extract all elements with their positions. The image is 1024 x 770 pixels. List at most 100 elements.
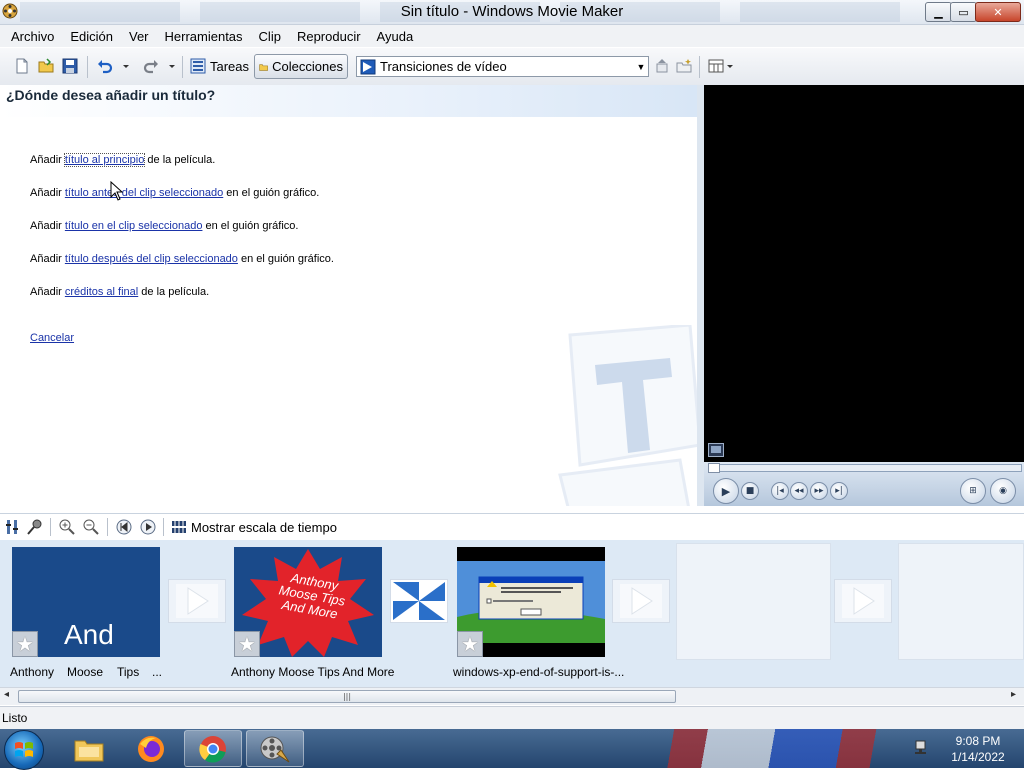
option-prefix: Añadir <box>30 286 65 298</box>
scrollbar-thumb[interactable]: ||| <box>18 690 676 703</box>
new-project-icon[interactable] <box>14 58 30 74</box>
title-option-credits: Añadir créditos al final de la película. <box>30 286 209 298</box>
taskbar-firefox[interactable] <box>122 730 180 767</box>
video-effects-star-icon[interactable]: ★ <box>234 631 260 657</box>
zoom-out-icon[interactable] <box>83 519 99 535</box>
collections-label: Colecciones <box>272 59 343 74</box>
title-on-clip-link[interactable]: título en el clip seleccionado <box>65 220 203 232</box>
seek-thumb[interactable] <box>708 463 720 473</box>
title-watermark-icon <box>558 325 697 506</box>
playback-controls: ▶ ■ |◂ ◂◂ ▸▸ ▸| ⊞ ◉ <box>704 462 1024 506</box>
status-text: Listo <box>2 711 28 725</box>
video-effects-star-icon[interactable]: ★ <box>457 631 483 657</box>
title-before-clip-link[interactable]: título antes del clip seleccionado <box>65 187 223 199</box>
system-clock[interactable]: 9:08 PM 1/14/2022 <box>938 733 1018 765</box>
collection-select[interactable]: Transiciones de vídeo ▼ <box>356 56 649 77</box>
views-icon[interactable] <box>708 58 724 74</box>
transition-slot[interactable] <box>834 579 892 623</box>
scroll-right-icon[interactable]: ▸ <box>1011 689 1016 700</box>
cancel-link[interactable]: Cancelar <box>30 332 74 344</box>
task-pane-title: ¿Dónde desea añadir un título? <box>6 87 216 103</box>
chrome-icon <box>199 735 226 763</box>
title-bar[interactable]: Sin título - Windows Movie Maker ▁ ▭ ✕ <box>0 0 1024 25</box>
chevron-down-icon[interactable]: ▼ <box>634 57 648 76</box>
start-button[interactable] <box>4 730 44 770</box>
video-effects-star-icon[interactable]: ★ <box>12 631 38 657</box>
tasks-icon <box>190 58 206 74</box>
rewind-storyboard-icon[interactable] <box>116 519 132 535</box>
taskbar-file-explorer[interactable] <box>60 730 118 767</box>
taskbar-chrome[interactable] <box>184 730 242 767</box>
collection-select-value: Transiciones de vídeo <box>380 59 507 74</box>
menu-edicion[interactable]: Edición <box>70 29 113 44</box>
title-after-clip-link[interactable]: título después del clip seleccionado <box>65 253 238 265</box>
storyboard-clip-starburst[interactable]: Anthony Moose Tips And More ★ <box>234 547 382 657</box>
open-project-icon[interactable] <box>38 58 54 74</box>
seek-bar[interactable] <box>708 464 1022 472</box>
save-project-icon[interactable] <box>62 58 78 74</box>
clip-label-part: Moose <box>67 665 104 679</box>
minimize-button[interactable]: ▁ <box>925 2 952 22</box>
option-suffix: en el guión gráfico. <box>202 220 299 232</box>
clip-label-part: Anthony <box>10 665 55 679</box>
rewind-icon[interactable]: ◂◂ <box>790 482 808 500</box>
storyboard-clip-title[interactable]: And ★ <box>12 547 160 657</box>
storyboard-toolbar: Mostrar escala de tiempo <box>0 513 1024 541</box>
video-transitions-icon <box>360 59 376 74</box>
option-suffix: de la película. <box>138 286 210 298</box>
clip-label-part: ... <box>152 665 163 679</box>
tasks-button[interactable]: Tareas <box>186 55 253 77</box>
redo-icon[interactable] <box>143 58 159 74</box>
stop-icon[interactable]: ■ <box>741 482 759 500</box>
menu-archivo[interactable]: Archivo <box>11 29 54 44</box>
option-prefix: Añadir <box>30 154 65 166</box>
split-clip-icon[interactable]: ⊞ <box>960 478 986 504</box>
new-collection-icon[interactable] <box>676 58 692 74</box>
undo-icon[interactable] <box>97 58 113 74</box>
play-storyboard-icon[interactable] <box>140 519 156 535</box>
play-icon[interactable]: ▶ <box>713 478 739 504</box>
show-timeline-button[interactable]: Mostrar escala de tiempo <box>191 520 337 535</box>
storyboard-scrollbar[interactable]: ◂ ||| ▸ <box>0 687 1024 705</box>
previous-frame-icon[interactable]: |◂ <box>771 482 789 500</box>
option-prefix: Añadir <box>30 187 65 199</box>
menu-reproducir[interactable]: Reproducir <box>297 29 361 44</box>
network-tray-icon[interactable] <box>914 740 930 756</box>
transition-slot[interactable] <box>168 579 226 623</box>
storyboard-clip-screenshot[interactable]: ★ <box>457 547 605 657</box>
transition-slot[interactable] <box>612 579 670 623</box>
taskbar-movie-maker[interactable] <box>246 730 304 767</box>
timeline-icon[interactable] <box>171 519 187 535</box>
next-frame-icon[interactable]: ▸| <box>830 482 848 500</box>
undo-dropdown-icon[interactable] <box>121 58 131 74</box>
fullscreen-icon[interactable] <box>708 443 724 457</box>
task-pane: ¿Dónde desea añadir un título? Añadir tí… <box>0 85 697 506</box>
close-button[interactable]: ✕ <box>975 2 1021 22</box>
take-picture-icon[interactable]: ◉ <box>990 478 1016 504</box>
option-suffix: en el guión gráfico. <box>223 187 320 199</box>
restore-button[interactable]: ▭ <box>950 2 977 22</box>
window-title: Sin título - Windows Movie Maker <box>400 3 624 20</box>
scroll-left-icon[interactable]: ◂ <box>4 689 9 700</box>
credits-at-end-link[interactable]: créditos al final <box>65 286 138 298</box>
empty-clip-slot[interactable] <box>898 543 1024 660</box>
clip-thumbnail-text: And <box>64 619 114 650</box>
collections-button[interactable]: Colecciones <box>254 54 348 79</box>
redo-dropdown-icon[interactable] <box>167 58 177 74</box>
fast-forward-icon[interactable]: ▸▸ <box>810 482 828 500</box>
collection-up-icon[interactable] <box>654 58 670 74</box>
pane-splitter[interactable] <box>697 85 704 506</box>
set-audio-levels-icon[interactable] <box>4 519 20 535</box>
empty-transition-arrow-icon <box>842 584 884 618</box>
transition-slot[interactable] <box>390 579 448 623</box>
menu-clip[interactable]: Clip <box>259 29 281 44</box>
narrate-timeline-icon[interactable] <box>27 519 43 535</box>
views-dropdown-icon[interactable] <box>725 58 735 74</box>
title-at-start-link[interactable]: título al principio <box>63 153 146 167</box>
tasks-label: Tareas <box>210 58 250 74</box>
menu-ayuda[interactable]: Ayuda <box>377 29 414 44</box>
zoom-in-icon[interactable] <box>59 519 75 535</box>
menu-ver[interactable]: Ver <box>129 29 149 44</box>
menu-herramientas[interactable]: Herramientas <box>165 29 243 44</box>
empty-clip-slot[interactable] <box>676 543 831 660</box>
